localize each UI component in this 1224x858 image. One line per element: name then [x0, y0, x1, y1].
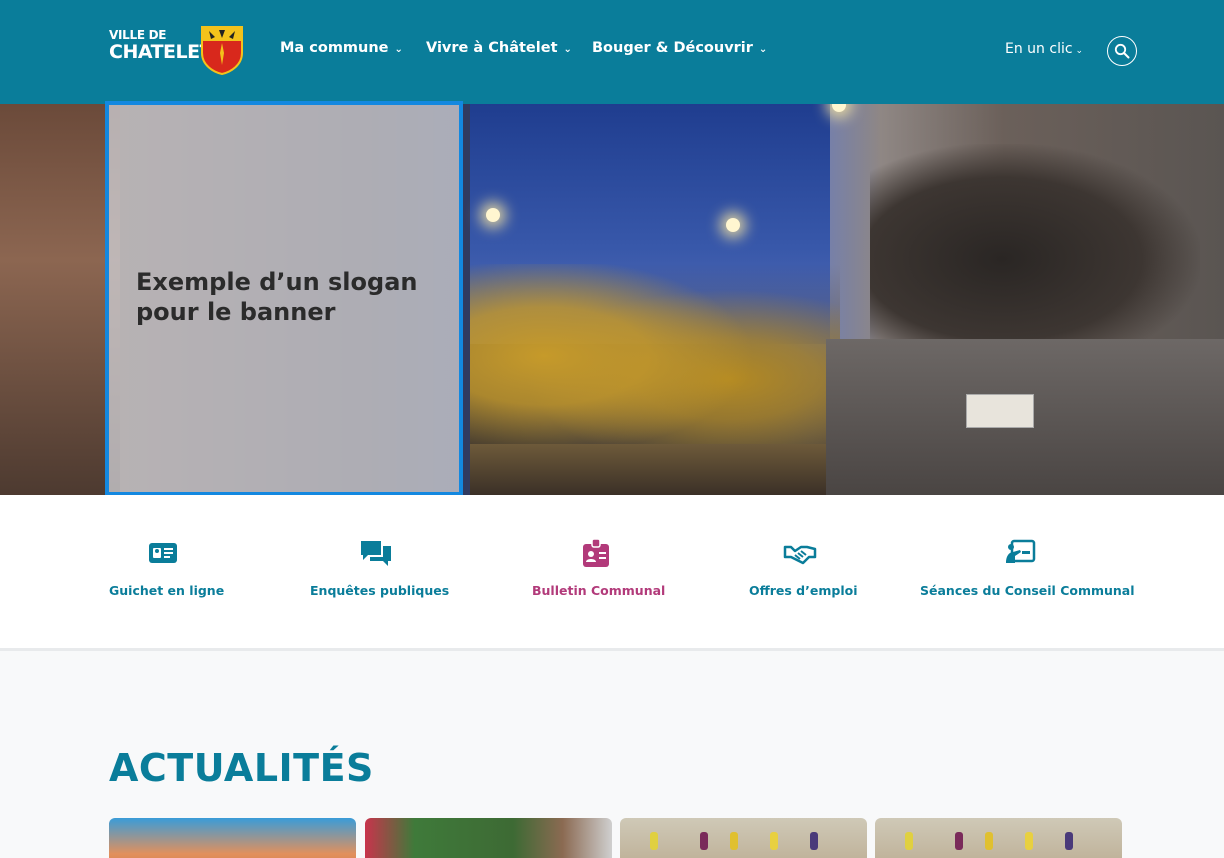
- quick-menu-dropdown[interactable]: En un clic ⌄: [1005, 41, 1083, 57]
- logo-line-2: CHATELET: [109, 41, 213, 63]
- card-photo-detail: [650, 832, 658, 850]
- badge-icon: [582, 538, 609, 567]
- nav-bouger-decouvrir[interactable]: Bouger & Découvrir ⌄: [592, 40, 767, 56]
- chevron-down-icon: ⌄: [394, 44, 403, 55]
- news-card[interactable]: [109, 818, 356, 858]
- quick-link-guichet[interactable]: Guichet en ligne: [109, 537, 225, 598]
- nav-label: Vivre à Châtelet: [426, 40, 558, 56]
- quick-link-label: Enquêtes publiques: [310, 583, 450, 598]
- hero-slogan: Exemple d’un slogan pour le banner: [136, 268, 418, 326]
- id-card-icon: [149, 543, 177, 563]
- nav-ma-commune[interactable]: Ma commune ⌄: [280, 40, 403, 56]
- card-photo-detail: [1065, 832, 1073, 850]
- presentation-icon: [1006, 539, 1036, 563]
- chevron-down-icon: ⌄: [758, 44, 768, 55]
- chevron-down-icon: ⌄: [563, 44, 572, 55]
- coat-of-arms-icon: [201, 26, 243, 75]
- logo-line-1: VILLE DE: [109, 28, 167, 42]
- hero-photo-plaque: [966, 394, 1034, 428]
- hero-slogan-box[interactable]: Exemple d’un slogan pour le banner: [105, 101, 463, 496]
- nav-label: Bouger & Découvrir: [592, 40, 753, 56]
- card-photo-detail: [700, 832, 708, 850]
- nav-label: Ma commune: [280, 40, 389, 56]
- quick-link-label: Offres d’emploi: [749, 583, 858, 598]
- quick-link-bulletin[interactable]: Bulletin Communal: [532, 537, 666, 598]
- quick-link-label: Séances du Conseil Communal: [920, 583, 1135, 598]
- hero-photo-street: [470, 444, 830, 495]
- quick-menu-label: En un clic: [1005, 41, 1073, 57]
- street-lamp: [726, 218, 740, 232]
- chevron-down-icon: ⌄: [1075, 46, 1084, 56]
- news-section-title: ACTUALITÉS: [109, 746, 374, 790]
- handshake-icon: [783, 545, 816, 565]
- quick-links-bar: Guichet en ligne Enquêtes publiques Bull…: [0, 495, 1224, 651]
- card-photo-detail: [905, 832, 913, 850]
- card-photo-detail: [770, 832, 778, 850]
- quick-link-enquetes[interactable]: Enquêtes publiques: [310, 537, 450, 598]
- news-card[interactable]: [875, 818, 1122, 858]
- logo-text: VILLE DE CHATELET: [109, 28, 213, 63]
- quick-link-offres-emploi[interactable]: Offres d’emploi: [749, 537, 858, 598]
- quick-link-label: Guichet en ligne: [109, 583, 225, 598]
- site-logo[interactable]: VILLE DE CHATELET: [109, 25, 245, 75]
- search-button[interactable]: [1107, 36, 1137, 66]
- quick-link-label: Bulletin Communal: [532, 583, 666, 598]
- chat-bubbles-icon: [360, 541, 391, 566]
- hero-photo-building: [0, 104, 120, 495]
- street-lamp: [832, 104, 846, 112]
- card-photo-detail: [985, 832, 993, 850]
- search-icon: [1114, 43, 1130, 59]
- news-card[interactable]: [620, 818, 867, 858]
- card-photo-detail: [955, 832, 963, 850]
- card-photo-detail: [1025, 832, 1033, 850]
- card-photo-detail: [730, 832, 738, 850]
- street-lamp: [486, 208, 500, 222]
- quick-link-conseil-communal[interactable]: Séances du Conseil Communal: [920, 537, 1135, 598]
- news-card[interactable]: [365, 818, 612, 858]
- site-header: VILLE DE CHATELET Ma commune ⌄ Vivre à Ch…: [0, 0, 1224, 104]
- nav-vivre-a-chatelet[interactable]: Vivre à Châtelet ⌄: [426, 40, 572, 56]
- news-cards: [109, 818, 1123, 858]
- card-photo-detail: [810, 832, 818, 850]
